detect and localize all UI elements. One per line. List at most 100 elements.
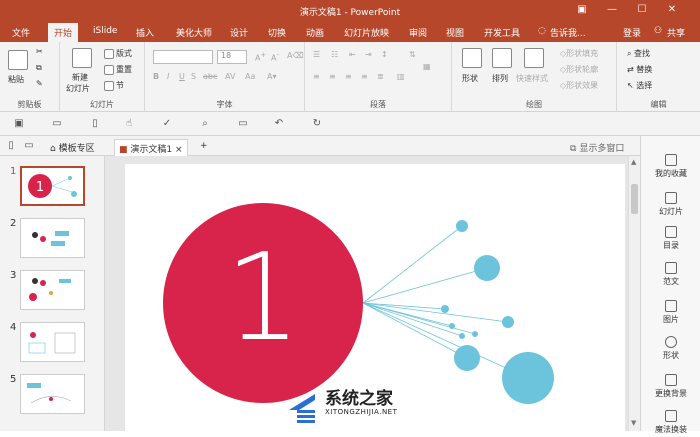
multi-window-button[interactable]: ⧉ 显示多窗口 <box>566 139 628 156</box>
columns-icon[interactable]: ▥ <box>397 72 405 81</box>
tab-file[interactable]: 文件 <box>12 26 30 39</box>
shapes-icon[interactable] <box>462 48 482 68</box>
find-button[interactable]: ⌕ 查找 <box>627 48 650 59</box>
slide-thumbnail-2[interactable] <box>20 218 85 258</box>
grow-font-icon[interactable]: A+ <box>255 51 266 63</box>
new-file-icon[interactable]: ▯ <box>88 117 102 131</box>
slideshow-icon[interactable]: ▭ <box>236 117 250 131</box>
indent-decrease-icon[interactable]: ⇤ <box>349 50 356 59</box>
replace-button[interactable]: ⇄ 替换 <box>627 64 652 75</box>
align-left-icon[interactable]: ≡ <box>313 72 320 81</box>
shrink-font-icon[interactable]: A- <box>271 51 279 63</box>
font-size-box[interactable]: 18 <box>217 50 247 64</box>
section-button[interactable]: 节 <box>104 80 124 91</box>
shadow-icon[interactable]: S <box>191 72 196 81</box>
align-center-icon[interactable]: ≡ <box>329 72 336 81</box>
justify-icon[interactable]: ≡ <box>361 72 368 81</box>
change-background-button[interactable]: 更换背景 <box>641 374 700 399</box>
vertical-scrollbar[interactable]: ▲ ▼ <box>628 156 640 431</box>
preview-icon[interactable]: ⌕ <box>198 117 212 131</box>
shapes-library-button[interactable]: 形状 <box>641 336 700 361</box>
select-button[interactable]: ↖ 选择 <box>627 80 652 91</box>
format-painter-icon[interactable]: ✎ <box>36 79 43 88</box>
share-button[interactable]: 共享 <box>667 26 685 39</box>
slides-library-button[interactable]: 幻灯片 <box>641 192 700 217</box>
bold-icon[interactable]: B <box>153 72 159 81</box>
paste-label[interactable]: 粘贴 <box>8 74 24 85</box>
tab-animations[interactable]: 动画 <box>306 26 324 39</box>
shapes-label[interactable]: 形状 <box>462 73 478 84</box>
tab-slideshow[interactable]: 幻灯片放映 <box>344 26 389 39</box>
undo-icon[interactable]: ↶ <box>272 117 286 131</box>
shape-fill-button[interactable]: ◇形状填充 <box>560 48 598 59</box>
shape-outline-button[interactable]: ◇形状轮廓 <box>560 64 598 75</box>
bullets-icon[interactable]: ☰ <box>313 50 320 59</box>
scrollbar-thumb[interactable] <box>631 184 638 214</box>
underline-icon[interactable]: U <box>179 72 185 81</box>
templates-tab[interactable]: ⌂ 模板专区 <box>46 139 99 156</box>
line-spacing-icon[interactable]: ↕ <box>381 50 388 59</box>
maximize-icon[interactable]: ☐ <box>634 3 650 17</box>
document-tab[interactable]: ■ 演示文稿1 × <box>114 139 188 156</box>
tab-review[interactable]: 审阅 <box>409 26 427 39</box>
spacing-icon[interactable]: AV <box>225 72 235 81</box>
magic-outfit-button[interactable]: 魔法换装 <box>641 410 700 435</box>
clear-format-icon[interactable]: A⌫ <box>287 51 304 60</box>
templates-button[interactable]: 范文 <box>641 262 700 287</box>
quick-styles-label[interactable]: 快速样式 <box>516 73 548 84</box>
tell-me-box[interactable]: 告诉我... <box>550 26 586 39</box>
case-icon[interactable]: Aa <box>245 72 255 81</box>
scroll-up-icon[interactable]: ▲ <box>631 158 636 166</box>
redo-icon[interactable]: ↻ <box>310 117 324 131</box>
open-folder-icon[interactable]: ▭ <box>50 117 64 131</box>
tab-design[interactable]: 设计 <box>230 26 248 39</box>
font-color-icon[interactable]: A▾ <box>267 72 277 81</box>
shape-effects-button[interactable]: ◇形状效果 <box>560 80 598 91</box>
doc-icon[interactable]: ▯ <box>4 139 18 153</box>
strikethrough-icon[interactable]: abc <box>203 72 217 81</box>
close-icon[interactable]: ✕ <box>664 3 680 17</box>
arrange-icon[interactable] <box>492 48 512 68</box>
layout-button[interactable]: 版式 <box>104 48 132 59</box>
slide-thumbnail-1[interactable]: 1 <box>20 166 85 206</box>
close-tab-icon[interactable]: × <box>175 145 183 155</box>
new-slide-label-1[interactable]: 新建 <box>72 72 88 83</box>
indent-increase-icon[interactable]: ⇥ <box>365 50 372 59</box>
tab-developer[interactable]: 开发工具 <box>484 26 520 39</box>
italic-icon[interactable]: I <box>167 72 169 81</box>
new-slide-label-2[interactable]: 幻灯片 <box>66 83 90 94</box>
numbering-icon[interactable]: ☷ <box>331 50 338 59</box>
favorites-button[interactable]: 我的收藏 <box>641 154 700 179</box>
align-right-icon[interactable]: ≡ <box>345 72 352 81</box>
tab-view[interactable]: 视图 <box>446 26 464 39</box>
scroll-down-icon[interactable]: ▼ <box>631 419 636 427</box>
reset-button[interactable]: 重置 <box>104 64 132 75</box>
tab-meihua[interactable]: 美化大师 <box>176 26 212 39</box>
images-button[interactable]: 图片 <box>641 300 700 325</box>
tab-home[interactable]: 开始 <box>48 23 79 42</box>
tab-transitions[interactable]: 切换 <box>268 26 286 39</box>
tab-insert[interactable]: 插入 <box>136 26 154 39</box>
slide-thumbnail-4[interactable] <box>20 322 85 362</box>
quick-styles-icon[interactable] <box>524 48 544 68</box>
login-link[interactable]: 登录 <box>623 26 641 39</box>
slide-thumbnail-3[interactable] <box>20 270 85 310</box>
toc-button[interactable]: 目录 <box>641 226 700 251</box>
minimize-icon[interactable]: — <box>604 3 620 17</box>
tab-islide[interactable]: iSlide <box>93 26 117 36</box>
copy-icon[interactable]: ⧉ <box>36 63 42 73</box>
spell-check-icon[interactable]: ✓ <box>160 117 174 131</box>
save-icon[interactable]: ▣ <box>12 117 26 131</box>
ribbon-display-icon[interactable]: ▣ <box>574 3 590 17</box>
text-direction-icon[interactable]: ⇅ <box>409 50 416 59</box>
slide-thumbnail-5[interactable] <box>20 374 85 414</box>
new-slide-icon[interactable] <box>72 48 92 68</box>
folder-icon[interactable]: ▭ <box>22 139 36 153</box>
touch-mode-icon[interactable]: ☝ <box>122 117 136 131</box>
distribute-icon[interactable]: ≣ <box>377 72 384 81</box>
cut-icon[interactable]: ✂ <box>36 47 43 56</box>
arrange-label[interactable]: 排列 <box>492 73 508 84</box>
font-name-box[interactable] <box>153 50 213 64</box>
new-tab-button[interactable]: + <box>196 139 212 156</box>
smartart-icon[interactable]: ▦ <box>423 62 431 71</box>
